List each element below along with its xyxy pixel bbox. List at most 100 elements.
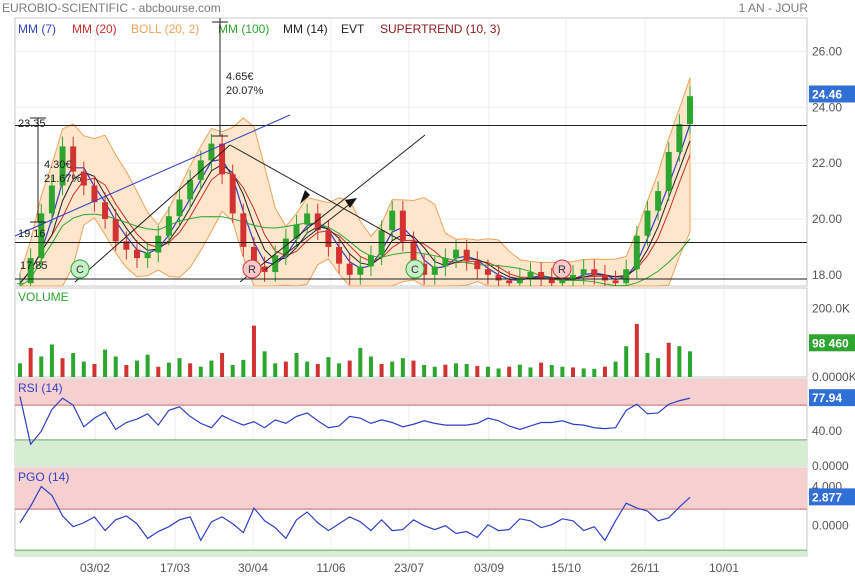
volume-bar bbox=[113, 356, 118, 377]
volume-bar bbox=[124, 365, 129, 377]
candle-body bbox=[144, 252, 151, 259]
candle-body bbox=[48, 185, 55, 214]
candle-body bbox=[112, 219, 119, 242]
volume-bar bbox=[273, 363, 278, 377]
candle-body bbox=[538, 272, 545, 278]
x-tick-label: 30/04 bbox=[238, 561, 268, 575]
marker-label: C bbox=[411, 264, 419, 276]
candle-body bbox=[17, 283, 23, 285]
volume-bar bbox=[432, 366, 437, 377]
rsi-overbought-zone bbox=[15, 379, 807, 406]
volume-bar bbox=[337, 363, 342, 377]
volume-bar bbox=[145, 354, 150, 377]
volume-bar bbox=[581, 368, 586, 377]
candle-body bbox=[506, 280, 513, 284]
volume-bar bbox=[379, 363, 384, 377]
volume-bar bbox=[251, 325, 256, 377]
candle-body bbox=[240, 213, 247, 247]
legend-entry: EVT bbox=[341, 22, 365, 36]
volume-bar bbox=[624, 346, 629, 377]
chart-annotation: 4.30€ bbox=[44, 159, 72, 171]
volume-bar bbox=[177, 358, 182, 377]
candle-body bbox=[187, 179, 194, 200]
candle-body bbox=[655, 191, 662, 211]
volume-bar bbox=[571, 367, 576, 377]
y-tick-label: 20.00 bbox=[812, 212, 842, 226]
candle-body bbox=[601, 274, 608, 281]
volume-bar bbox=[156, 366, 161, 377]
marker-label: R bbox=[248, 264, 256, 276]
volume-bar bbox=[656, 358, 661, 377]
volume-bar bbox=[49, 344, 54, 377]
marker-label: R bbox=[558, 264, 566, 276]
candle-body bbox=[612, 280, 619, 284]
candle-body bbox=[633, 235, 640, 270]
volume-bar bbox=[592, 368, 597, 377]
candle-body bbox=[484, 269, 491, 275]
y-tick-label: 0.0000K bbox=[812, 370, 855, 384]
candle-body bbox=[570, 274, 577, 281]
candle-body bbox=[197, 160, 204, 180]
candle-body bbox=[293, 224, 300, 239]
x-tick-label: 26/11 bbox=[630, 561, 659, 575]
volume-bar bbox=[283, 361, 288, 377]
volume-bar bbox=[134, 360, 139, 377]
volume-bar bbox=[28, 347, 33, 377]
volume-bar bbox=[400, 358, 405, 377]
y-tick-label: 18.00 bbox=[812, 268, 842, 282]
volume-bar bbox=[602, 366, 607, 377]
candle-body bbox=[548, 277, 555, 284]
candle-body bbox=[580, 269, 587, 275]
y-tick-label: 22.00 bbox=[812, 156, 842, 170]
volume-bar bbox=[305, 361, 310, 377]
chart-annotation: 21.67% bbox=[44, 173, 82, 185]
marker-r: R bbox=[552, 259, 572, 279]
legend-entry: MM (20) bbox=[72, 22, 117, 36]
candle-body bbox=[357, 266, 364, 275]
candle-body bbox=[644, 210, 651, 236]
volume-bar bbox=[464, 363, 469, 377]
candle-body bbox=[133, 249, 140, 259]
x-tick-label: 15/10 bbox=[551, 561, 581, 575]
volume-bar bbox=[411, 360, 416, 377]
y-tick-label: 0.0000 bbox=[812, 519, 849, 533]
volume-bar bbox=[666, 342, 671, 377]
candle-body bbox=[463, 249, 470, 261]
candle-body bbox=[442, 258, 449, 267]
volume-bar bbox=[443, 364, 448, 377]
volume-bar bbox=[166, 362, 171, 377]
candle-body bbox=[527, 272, 534, 278]
chart-annotation: 19.16 bbox=[18, 228, 46, 240]
volume-bar bbox=[454, 363, 459, 377]
chart-annotation: 23.35 bbox=[18, 118, 46, 130]
volume-bar bbox=[539, 362, 544, 377]
marker-label: C bbox=[76, 264, 84, 276]
stock-chart: 03/02 17/03 30/04 11/06 23/07 03/09 15/10 26/11… bbox=[14, 17, 855, 575]
candle-body bbox=[559, 280, 566, 284]
candle-body bbox=[676, 124, 683, 152]
rsi-oversold-zone bbox=[15, 439, 807, 466]
rsi-last-value: 77.94 bbox=[812, 391, 842, 405]
candle-body bbox=[687, 96, 693, 125]
volume-bar bbox=[422, 365, 427, 377]
volume-bar bbox=[475, 366, 480, 377]
chart-annotation: 17.85 bbox=[20, 260, 48, 272]
x-tick-label: 17/03 bbox=[160, 561, 190, 575]
volume-bar bbox=[18, 363, 22, 377]
volume-bar bbox=[496, 368, 501, 377]
volume-bar bbox=[507, 366, 512, 377]
volume-bar bbox=[347, 360, 352, 377]
pgo-last-value: 2.877 bbox=[812, 490, 842, 504]
volume-bar bbox=[645, 353, 650, 377]
volume-bar bbox=[358, 347, 363, 377]
marker-c: C bbox=[70, 259, 90, 279]
volume-bar bbox=[188, 363, 193, 377]
marker-r: R bbox=[242, 259, 262, 279]
volume-title: VOLUME bbox=[18, 290, 69, 304]
volume-bar bbox=[71, 353, 76, 377]
legend-entry: MM (7) bbox=[18, 22, 56, 36]
legend-entry: SUPERTREND (10, 3) bbox=[380, 22, 500, 36]
x-tick-label: 23/07 bbox=[394, 561, 424, 575]
volume-bar bbox=[262, 351, 267, 377]
y-tick-label: 200.0K bbox=[812, 302, 850, 316]
